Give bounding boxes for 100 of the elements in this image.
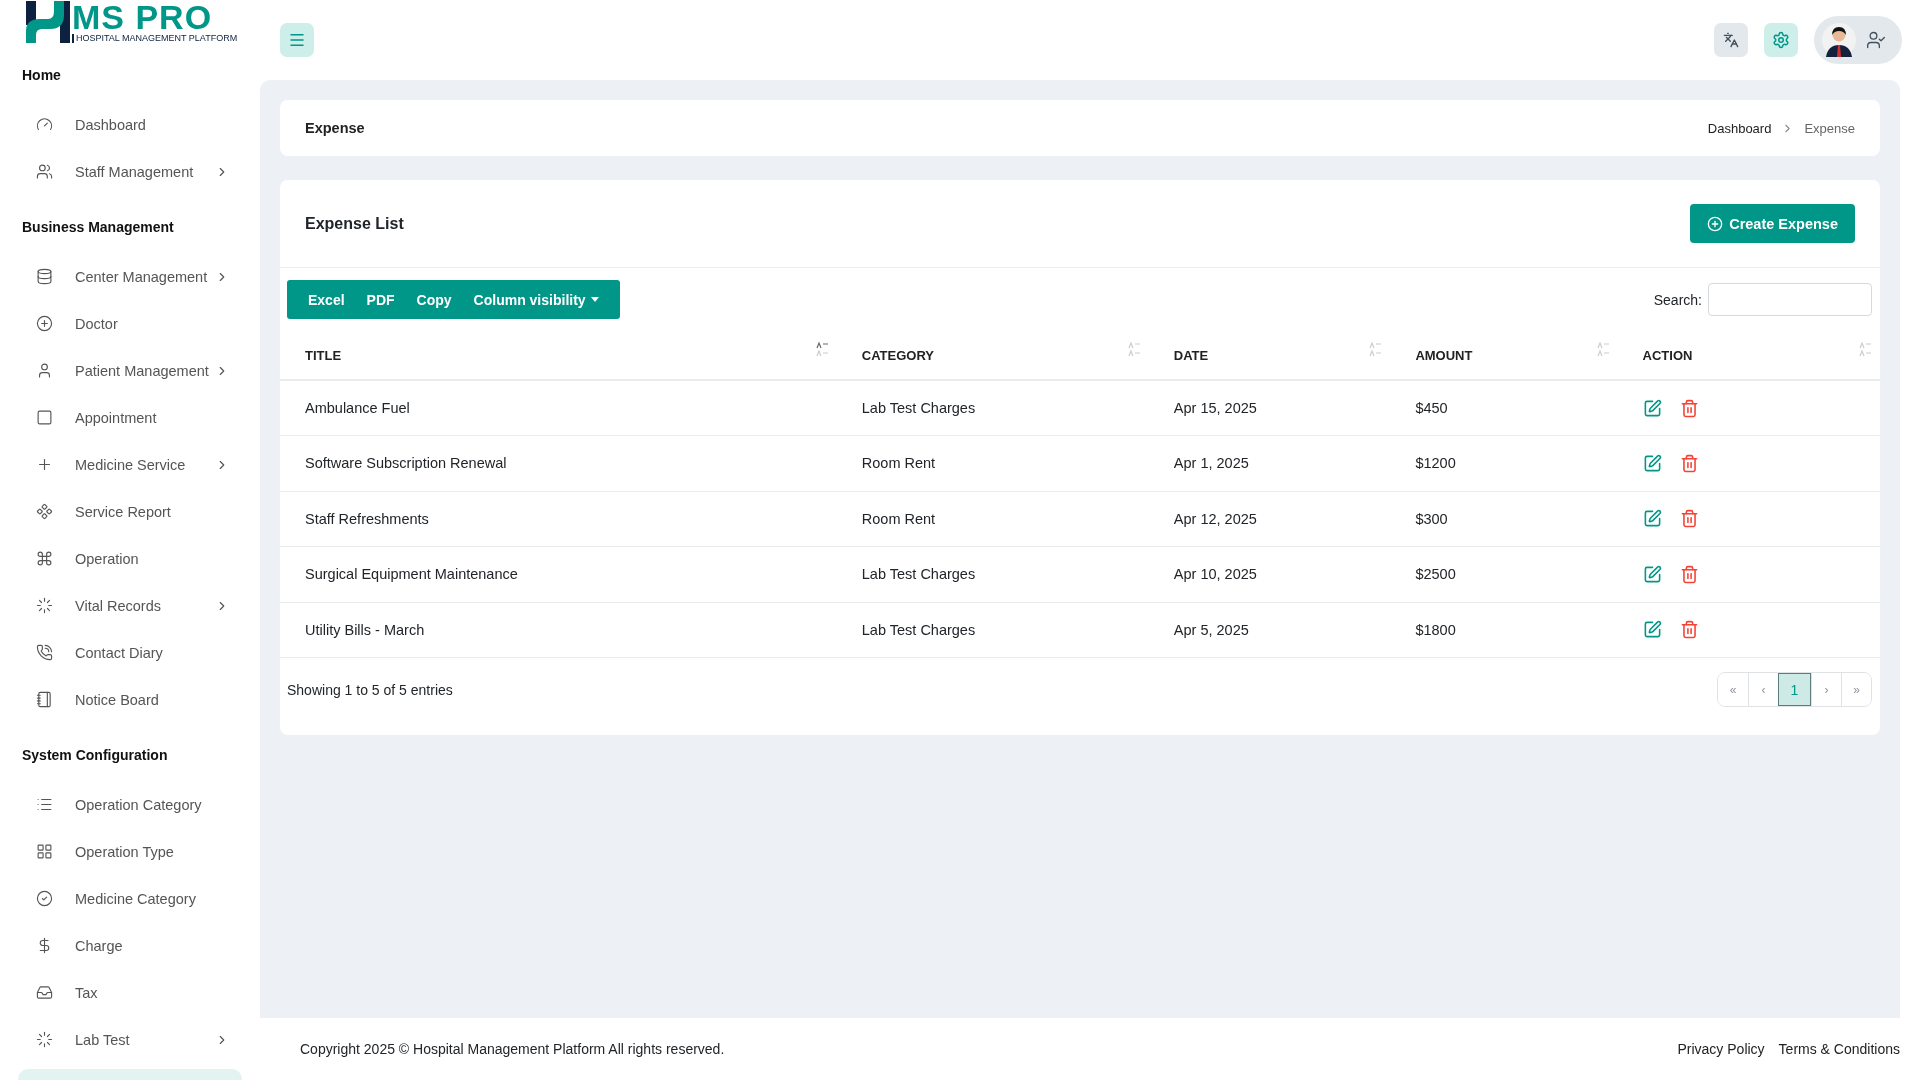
sidebar-item[interactable]: Medicine Service [0, 441, 260, 488]
translate-icon [1723, 32, 1739, 48]
column-header[interactable]: TITLE [305, 347, 342, 363]
user-icon [36, 362, 53, 379]
trash-icon [1679, 453, 1699, 473]
table-cell: $300 [1415, 510, 1448, 527]
translate-button[interactable] [1714, 23, 1748, 57]
breadcrumb-link[interactable]: Expense [1804, 120, 1855, 136]
sidebar-item[interactable]: Doctor [0, 300, 260, 347]
trash-icon [1679, 398, 1699, 418]
table-cell: Apr 1, 2025 [1173, 455, 1249, 472]
edit-icon [1642, 620, 1662, 640]
sidebar-item[interactable]: Service Report [0, 488, 260, 535]
search-field[interactable] [1708, 283, 1872, 316]
logo-icon [26, 0, 70, 43]
sidebar-section-title: Home [21, 66, 62, 85]
sidebar-item[interactable]: Center Management [0, 253, 260, 300]
table-cell: Lab Test Charges [861, 566, 976, 583]
sidebar-item[interactable]: Appointment [0, 394, 260, 441]
edit-button[interactable] [1642, 620, 1662, 640]
edit-button[interactable] [1642, 509, 1662, 529]
check-circle-icon [36, 890, 53, 907]
plus-circle-icon [36, 315, 53, 332]
sidebar-item[interactable]: Staff Management [0, 148, 260, 195]
sidebar-item[interactable]: Patient Management [0, 347, 260, 394]
sidebar-item[interactable]: Tax [0, 969, 260, 1016]
sidebar-item[interactable]: Lab Test [0, 1016, 260, 1063]
delete-button[interactable] [1679, 453, 1699, 473]
table-cell: $2500 [1415, 566, 1456, 583]
caret-icon [590, 297, 599, 302]
edit-button[interactable] [1642, 398, 1662, 418]
users-icon [36, 163, 53, 180]
table-info: Showing 1 to 5 of 5 entries [287, 681, 453, 698]
table-cell: Room Rent [861, 455, 936, 472]
sidebar-item[interactable]: Vital Records [0, 582, 260, 629]
search-label: Search: [1653, 291, 1702, 308]
table-cell: Lab Test Charges [861, 400, 976, 416]
sidebar-section-title: Business Management [21, 218, 175, 237]
profile-button[interactable] [1814, 16, 1902, 64]
avatar-silhouette [1822, 23, 1856, 57]
page-title: Expense [305, 120, 365, 136]
brand-tagline: HOSPITAL MANAGEMENT PLATFORM [72, 34, 238, 43]
column-header[interactable]: ACTION [1642, 347, 1693, 363]
edit-icon [1642, 564, 1662, 584]
column-header[interactable]: DATE [1173, 347, 1209, 363]
brand-name: MS PRO [72, 0, 213, 34]
column-header[interactable]: AMOUNT [1415, 347, 1473, 363]
sidebar-item[interactable]: Notice Board [0, 676, 260, 723]
delete-button[interactable] [1679, 398, 1699, 418]
square-icon [36, 409, 53, 426]
table-cell: Apr 15, 2025 [1173, 400, 1257, 416]
loader-icon [36, 597, 53, 614]
table-cell: Utility Bills - March [305, 621, 425, 638]
trash-icon [1679, 509, 1699, 529]
sort-icon[interactable] [814, 341, 831, 357]
sidebar-item[interactable]: Contact Diary [0, 629, 260, 676]
plus-circle-icon [1707, 215, 1724, 232]
menu-button[interactable] [280, 23, 314, 57]
table-cell: Surgical Equipment Maintenance [305, 566, 518, 583]
user-check-icon [1866, 30, 1886, 50]
footer-link[interactable]: Terms & Conditions [1778, 1041, 1900, 1057]
table-cell: Apr 12, 2025 [1173, 510, 1257, 527]
delete-button[interactable] [1679, 509, 1699, 529]
table-cell: $450 [1415, 400, 1448, 416]
sidebar-section-title: System Configuration [21, 746, 169, 765]
edit-button[interactable] [1642, 453, 1662, 473]
breadcrumb-link[interactable]: Dashboard [1707, 120, 1772, 136]
plus-icon [36, 456, 53, 473]
sidebar-item[interactable]: Medicine Category [0, 875, 260, 922]
settings-icon [1772, 31, 1790, 49]
delete-button[interactable] [1679, 620, 1699, 640]
table-cell: Lab Test Charges [861, 621, 976, 638]
notebook-icon [36, 691, 53, 708]
loader-icon [36, 1031, 53, 1048]
edit-icon [1642, 398, 1662, 418]
card-title: Expense List [305, 214, 404, 233]
table-cell: Apr 5, 2025 [1173, 621, 1249, 638]
sidebar-item[interactable]: Dashboard [0, 101, 260, 148]
trash-icon [1679, 620, 1699, 640]
database-icon [36, 268, 53, 285]
sidebar-item[interactable]: Charge [0, 922, 260, 969]
gauge-icon [36, 116, 53, 133]
delete-button[interactable] [1679, 564, 1699, 584]
sidebar-item[interactable]: Operation Category [0, 781, 260, 828]
footer-link[interactable]: Privacy Policy [1677, 1041, 1765, 1057]
trash-icon [1679, 564, 1699, 584]
edit-button[interactable] [1642, 564, 1662, 584]
table-cell: $1800 [1415, 621, 1456, 638]
create-expense-button[interactable]: Create Expense [1690, 204, 1855, 243]
sidebar-item[interactable]: Operation [0, 535, 260, 582]
table-cell: $1200 [1415, 455, 1456, 472]
table-cell: Apr 10, 2025 [1173, 566, 1257, 583]
phone-icon [36, 644, 53, 661]
table-cell: Ambulance Fuel [305, 400, 410, 416]
column-header[interactable]: CATEGORY [861, 347, 935, 363]
command-icon [36, 550, 53, 567]
sidebar-item[interactable]: Operation Type [0, 828, 260, 875]
copyright-text: Copyright 2025 © Hospital Management Platform All rights reserved. [300, 1041, 725, 1057]
settings-button[interactable] [1764, 23, 1798, 57]
list-icon [36, 796, 53, 813]
